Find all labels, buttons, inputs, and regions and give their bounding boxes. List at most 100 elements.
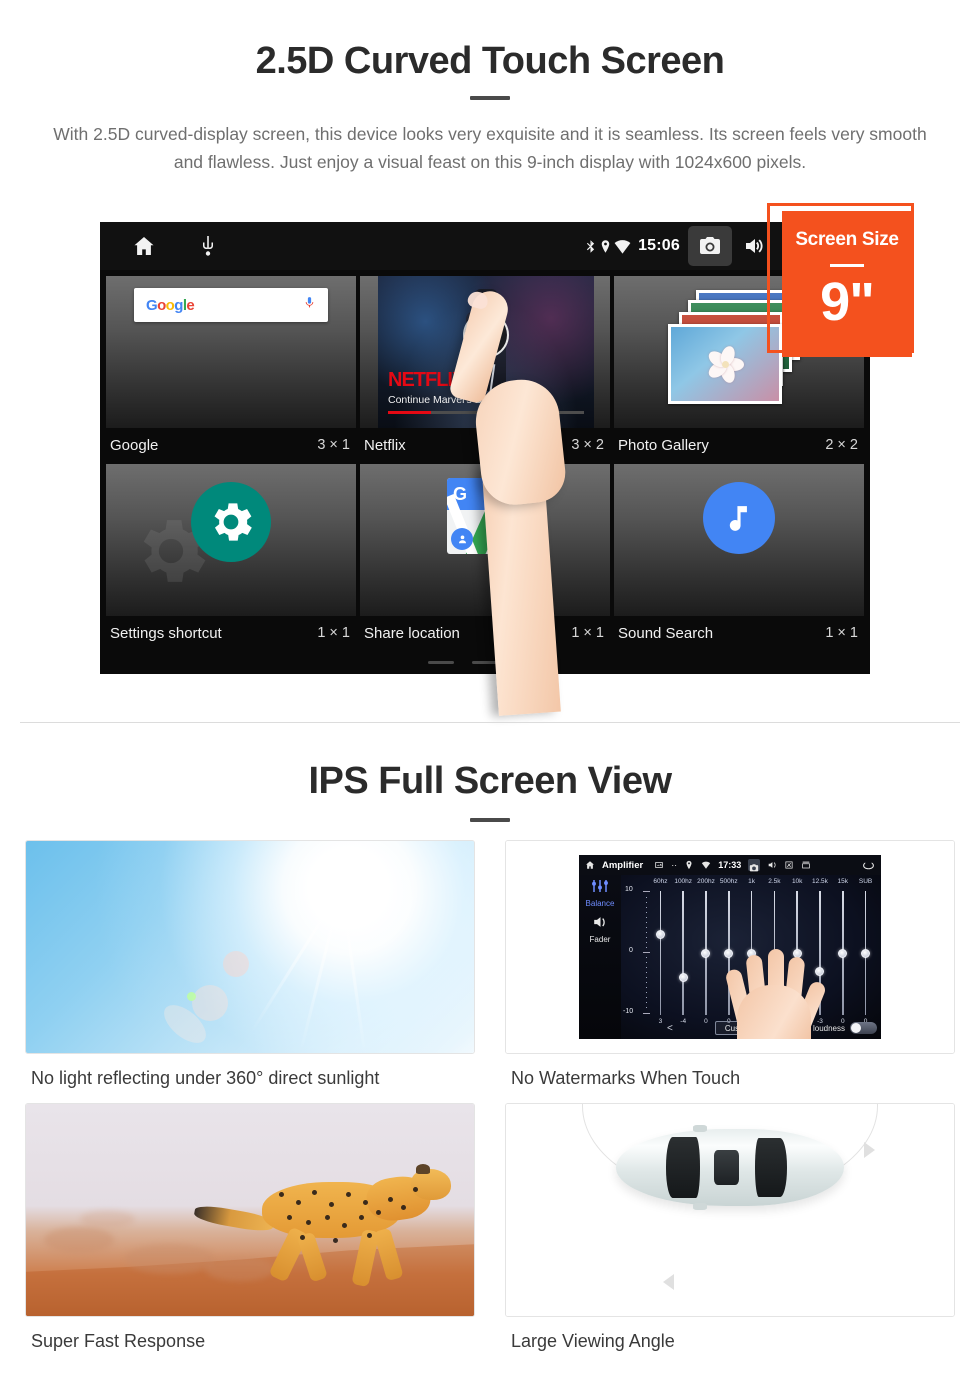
prev-preset-icon[interactable]: < — [667, 1023, 673, 1034]
slider-knob[interactable] — [678, 973, 688, 983]
widget-size: 3 × 2 — [571, 437, 604, 453]
section-one-description: With 2.5D curved-display screen, this de… — [53, 124, 927, 172]
screen-size-badge: Screen Size 9" — [782, 211, 912, 357]
band-slider-SUB[interactable] — [854, 891, 877, 1015]
section-two-title: IPS Full Screen View — [308, 760, 672, 802]
band-label: 2.5k — [768, 878, 781, 885]
feature-card-row-one: No light reflecting under 360° direct su… — [0, 840, 980, 1089]
sidebar-item-balance[interactable]: Balance — [579, 875, 621, 908]
device-screenshot: 15:06 Google Google 3 × 1 NETFLIX Contin… — [100, 222, 870, 674]
google-search-widget-preview: Google — [106, 276, 356, 428]
car-illustration — [615, 1124, 845, 1211]
band-slider-15k[interactable] — [831, 891, 854, 1015]
product-detail-page: 2.5D Curved Touch Screen With 2.5D curve… — [0, 0, 980, 1394]
band-slider-200hz[interactable] — [695, 891, 718, 1015]
maps-icon: G — [447, 478, 523, 554]
home-icon[interactable] — [585, 860, 595, 870]
rotation-arrow-right — [864, 1142, 876, 1159]
widget-name: Sound Search — [618, 624, 714, 642]
widget-label-row: Share location 1 × 1 — [360, 618, 610, 648]
feature-card-no-watermarks: Amplifier ·· 17:33 Balance Fader 60hz 10… — [505, 840, 955, 1089]
microphone-icon[interactable] — [303, 296, 316, 314]
widget-label-row: Google 3 × 1 — [106, 430, 356, 460]
sidebar-label-balance: Balance — [585, 899, 615, 908]
status-clock: 15:06 — [638, 237, 680, 254]
netflix-brand: NETFLIX — [388, 369, 465, 391]
slider-knob[interactable] — [838, 948, 848, 958]
page-dot[interactable] — [428, 661, 454, 664]
band-label: 200hz — [697, 878, 715, 885]
volume-icon[interactable] — [767, 860, 777, 870]
wifi-icon — [701, 860, 711, 870]
play-icon[interactable] — [463, 312, 509, 358]
axis-label-min: -10 — [623, 1008, 634, 1015]
close-icon[interactable] — [784, 860, 794, 870]
widget-sound-search[interactable]: Sound Search 1 × 1 — [614, 464, 864, 648]
widget-name: Settings shortcut — [110, 624, 222, 642]
amplifier-equalizer-screenshot: Amplifier ·· 17:33 Balance Fader 60hz 10… — [505, 840, 955, 1054]
loudness-toggle[interactable] — [850, 1022, 877, 1034]
feature-card-fast-response: Super Fast Response — [25, 1103, 475, 1352]
netflix-progress-bar — [388, 411, 584, 414]
widget-google[interactable]: Google Google 3 × 1 — [106, 276, 356, 460]
more-icon[interactable]: ·· — [671, 860, 677, 870]
band-slider-100hz[interactable] — [672, 891, 695, 1015]
screen-size-value: 9" — [820, 272, 875, 332]
page-dot[interactable] — [472, 661, 498, 664]
band-label: 12.5k — [812, 878, 828, 885]
slider-knob[interactable] — [701, 948, 711, 958]
band-label: 500hz — [719, 878, 738, 885]
camera-icon[interactable] — [688, 226, 732, 266]
sidebar-item-fader[interactable]: Fader — [579, 908, 621, 944]
amplifier-equalizer-body: Balance Fader 60hz 100hz 200hz 500hz 1k 2.5k 1… — [579, 875, 881, 1039]
slider-knob[interactable] — [861, 948, 871, 958]
running-cheetah-photo — [25, 1103, 475, 1317]
gallery-icon[interactable] — [654, 860, 664, 870]
amplifier-status-bar: Amplifier ·· 17:33 — [579, 855, 881, 875]
section-divider — [20, 722, 960, 723]
android-status-bar: 15:06 — [100, 222, 870, 270]
widget-settings-shortcut[interactable]: Settings shortcut 1 × 1 — [106, 464, 356, 648]
widget-netflix[interactable]: NETFLIX Continue Marvel's Daredevil Netf… — [360, 276, 610, 460]
camera-icon[interactable] — [748, 859, 761, 872]
status-left-group — [100, 234, 220, 258]
feature-caption: Super Fast Response — [31, 1331, 206, 1351]
widget-size: 1 × 1 — [317, 625, 350, 641]
blossom-photo — [702, 341, 748, 387]
frequency-band-labels: 60hz 100hz 200hz 500hz 1k 2.5k 10k 12.5k 15k SUB — [649, 878, 877, 888]
widget-label-row: Netflix 3 × 2 — [360, 430, 610, 460]
amplifier-title: Amplifier — [602, 859, 644, 871]
touching-hand-illustration — [724, 941, 828, 1039]
back-arrow-icon[interactable] — [862, 860, 875, 871]
amplifier-clock: 17:33 — [718, 860, 742, 870]
band-label: SUB — [858, 878, 873, 885]
google-search-bar[interactable]: Google — [134, 288, 328, 322]
widget-share-location[interactable]: G Share location 1 × 1 — [360, 464, 610, 648]
netflix-widget-preview: NETFLIX Continue Marvel's Daredevil — [360, 276, 610, 428]
widget-label-row: Settings shortcut 1 × 1 — [106, 618, 356, 648]
slider-track — [659, 891, 662, 1015]
car-top-view-diagram — [505, 1103, 955, 1317]
section-two-underline — [470, 818, 510, 822]
home-icon[interactable] — [132, 234, 156, 258]
page-dot-active[interactable] — [516, 661, 542, 664]
page-indicator — [100, 661, 870, 664]
widget-grid: Google Google 3 × 1 NETFLIX Continue Mar… — [100, 270, 870, 674]
bluetooth-icon — [583, 239, 598, 254]
band-label: 10k — [791, 878, 803, 885]
screen-size-label: Screen Size — [795, 229, 899, 250]
badge-divider — [830, 264, 864, 267]
recents-icon[interactable] — [801, 860, 811, 870]
section-one-title: 2.5D Curved Touch Screen — [255, 40, 725, 82]
widget-label-row: Sound Search 1 × 1 — [614, 618, 864, 648]
sidebar-label-fader: Fader — [589, 935, 611, 944]
widget-size: 3 × 1 — [317, 437, 350, 453]
sound-search-widget-preview — [614, 464, 864, 616]
feature-card-row-two: Super Fast Response Large Viewing Angle — [0, 1103, 980, 1352]
netflix-subtitle: Continue Marvel's Daredevil — [388, 394, 519, 406]
feature-card-viewing-angle: Large Viewing Angle — [505, 1103, 955, 1352]
location-icon — [684, 860, 694, 870]
slider-knob[interactable] — [655, 929, 665, 939]
location-icon — [598, 239, 613, 254]
band-slider-60hz[interactable] — [649, 891, 672, 1015]
